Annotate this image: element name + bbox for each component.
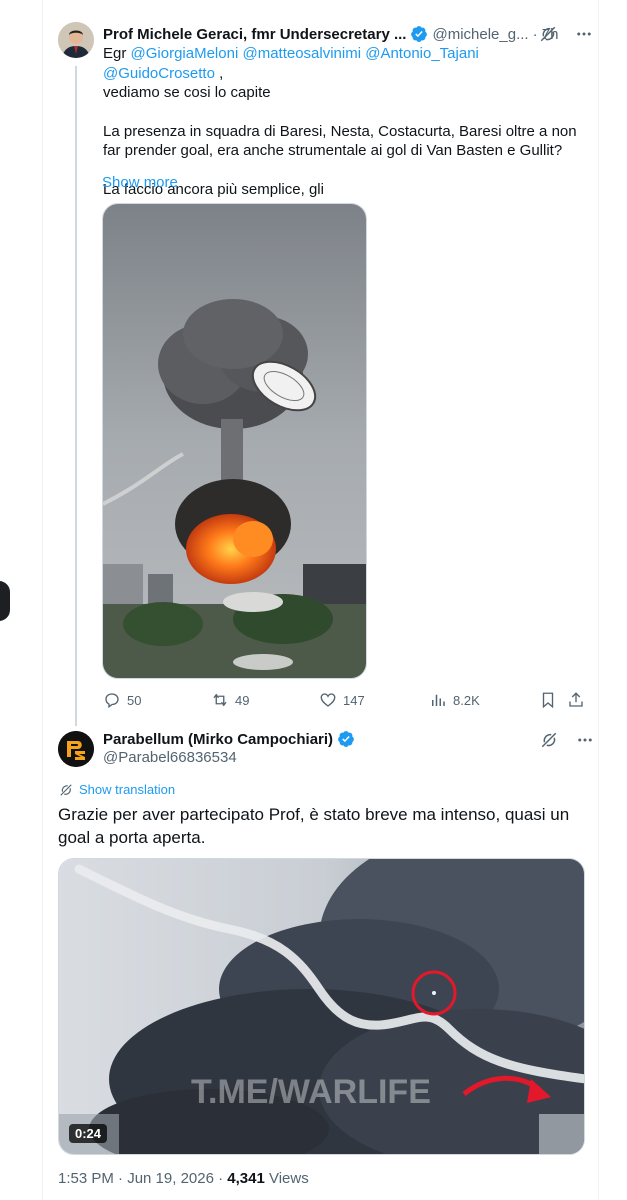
video-watermark: T.ME/WARLIFE bbox=[191, 1073, 431, 1111]
heart-icon bbox=[320, 693, 336, 707]
repost-button[interactable]: 49 bbox=[211, 689, 249, 711]
parabellum-logo-icon bbox=[58, 731, 94, 767]
view-count: 8.2K bbox=[453, 692, 480, 708]
tweet1-image-explosion[interactable] bbox=[102, 203, 367, 679]
tweet1-text-prefix: Egr bbox=[103, 45, 131, 62]
avatar-parabellum[interactable] bbox=[58, 731, 94, 767]
show-translation-label: Show translation bbox=[79, 782, 176, 797]
tweet1-action-bar: 50 49 147 8.2K bbox=[103, 689, 586, 711]
timeline-right-border bbox=[598, 0, 599, 1200]
more-options-icon[interactable] bbox=[576, 731, 594, 749]
analytics-icon bbox=[432, 694, 445, 706]
tweet2-body: Grazie per aver partecipato Prof, è stat… bbox=[58, 805, 570, 847]
smoke-video-frame: T.ME/WARLIFE bbox=[59, 859, 584, 1154]
timeline-left-border bbox=[42, 0, 43, 1200]
repost-icon bbox=[213, 693, 227, 707]
show-translation-link[interactable]: Show translation bbox=[59, 782, 175, 797]
tweet2-views-count: 4,341 bbox=[227, 1170, 265, 1187]
reply-button[interactable]: 50 bbox=[103, 689, 141, 711]
tweet1-header-actions bbox=[539, 23, 593, 45]
bookmark-button[interactable] bbox=[539, 689, 557, 711]
tweet2-handle[interactable]: @Parabel66836534 bbox=[103, 749, 237, 766]
avatar-michele-geraci[interactable] bbox=[58, 22, 94, 58]
verified-badge-icon bbox=[411, 26, 428, 42]
video-duration-badge: 0:24 bbox=[69, 1124, 108, 1143]
explosion-image bbox=[103, 204, 366, 678]
verified-badge-icon bbox=[338, 731, 354, 747]
mention-giorgiameloni[interactable]: @GiorgiaMeloni bbox=[131, 45, 239, 62]
tweet1-author-name[interactable]: Prof Michele Geraci, fmr Undersecretary … bbox=[103, 26, 406, 43]
tweet2-video[interactable]: T.ME/WARLIFE bbox=[58, 858, 585, 1155]
tweet2-author-row: Parabellum (Mirko Campochiari) bbox=[103, 730, 355, 748]
tweet1-handle[interactable]: @michele_g... bbox=[432, 26, 528, 43]
share-icon bbox=[569, 692, 583, 707]
mention-guidocrosetto[interactable]: @GuidoCrosetto bbox=[103, 65, 215, 82]
person-avatar-icon bbox=[58, 22, 94, 58]
more-options-icon[interactable] bbox=[575, 25, 593, 43]
like-count: 147 bbox=[343, 692, 365, 708]
thread-connector-line bbox=[75, 66, 77, 726]
bookmark-icon bbox=[542, 692, 554, 709]
tweet2-meta: 1:53 PM · Jun 19, 2026 · 4,341 Views bbox=[58, 1170, 309, 1187]
tweet2-header-actions bbox=[540, 730, 594, 750]
mention-antonio-tajani[interactable]: @Antonio_Tajani bbox=[365, 45, 479, 62]
like-button[interactable]: 147 bbox=[319, 689, 365, 711]
show-more-link[interactable]: Show more bbox=[102, 174, 178, 191]
grok-icon[interactable] bbox=[540, 731, 558, 749]
translate-icon bbox=[60, 783, 72, 796]
tweet1-text-suffix: , bbox=[214, 64, 224, 82]
tweet2-timestamp[interactable]: 1:53 PM · Jun 19, 2026 · bbox=[58, 1170, 227, 1187]
tweet2-author-name[interactable]: Parabellum (Mirko Campochiari) bbox=[103, 731, 333, 748]
tweet1-line1: Egr @GiorgiaMeloni @matteosalvinimi @Ant… bbox=[103, 44, 583, 83]
share-button[interactable] bbox=[567, 689, 585, 711]
tweet1-header: Prof Michele Geraci, fmr Undersecretary … bbox=[103, 23, 593, 45]
mention-matteosalvinimi[interactable]: @matteosalvinimi bbox=[242, 45, 361, 62]
tweet2-views-label: Views bbox=[264, 1170, 309, 1187]
reply-icon bbox=[105, 693, 119, 709]
grok-icon[interactable] bbox=[539, 25, 557, 43]
tweet1-paragraph2: La presenza in squadra di Baresi, Nesta,… bbox=[103, 122, 577, 160]
reply-count: 50 bbox=[127, 692, 142, 708]
side-scroll-control[interactable] bbox=[0, 581, 10, 621]
tweet1-line2: vediamo se cosi lo capite bbox=[103, 84, 271, 101]
repost-count: 49 bbox=[235, 692, 250, 708]
views-button[interactable]: 8.2K bbox=[429, 689, 480, 711]
